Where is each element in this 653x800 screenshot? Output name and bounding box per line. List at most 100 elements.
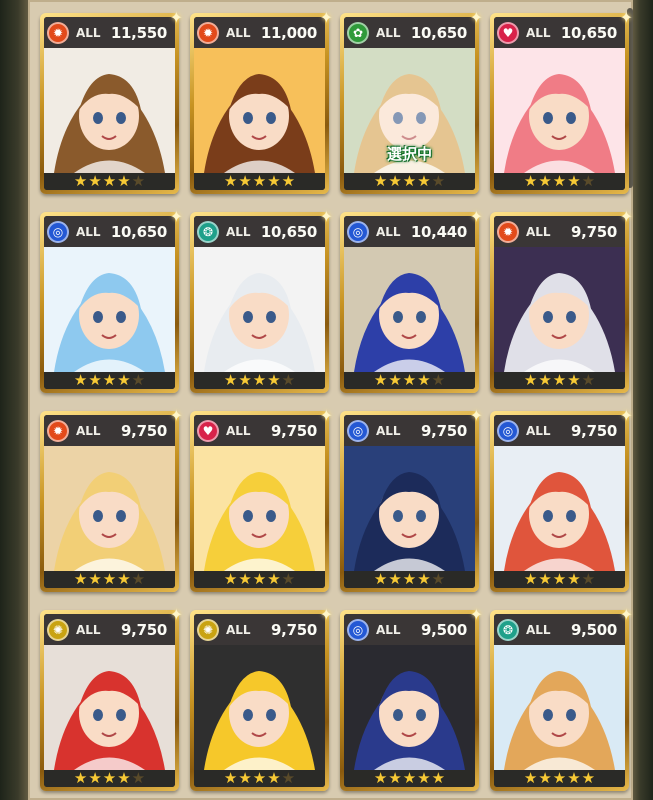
star-icon: ★ — [281, 769, 296, 787]
star-icon: ★ — [102, 371, 117, 389]
card-frame: ◎ ALL 10,650 ★ ★ ★ ★ ★ — [44, 216, 175, 389]
sparkle-icon: ✦ — [469, 406, 483, 425]
star-icon: ★ — [523, 570, 538, 588]
character-card[interactable]: ✺ ALL 9,750 ★ ★ ★ ★ ★ ✦ — [40, 605, 183, 791]
character-portrait — [344, 247, 475, 372]
card-frame: ◎ ALL 10,440 ★ ★ ★ ★ ★ — [344, 216, 475, 389]
card-header: ✹ ALL 9,750 — [494, 216, 625, 247]
star-icon: ★ — [102, 172, 117, 190]
fire-icon: ✹ — [47, 419, 69, 442]
rarity-stars: ★ ★ ★ ★ ★ — [494, 372, 625, 389]
star-icon: ★ — [581, 371, 596, 389]
rarity-stars: ★ ★ ★ ★ ★ — [44, 173, 175, 190]
heart-icon: ♥ — [197, 419, 219, 442]
all-label: ALL — [376, 622, 401, 637]
power-value: 9,750 — [271, 620, 317, 639]
character-portrait — [494, 247, 625, 372]
star-icon: ★ — [223, 769, 238, 787]
sparkle-icon: ✦ — [319, 8, 333, 27]
wind-icon: ❂ — [197, 220, 219, 243]
star-icon: ★ — [552, 769, 567, 787]
wind-icon: ❂ — [497, 618, 519, 641]
star-icon: ★ — [88, 371, 102, 389]
star-icon: ★ — [523, 172, 538, 190]
sparkle-icon: ✦ — [619, 605, 633, 624]
character-portrait — [194, 446, 325, 571]
character-portrait — [194, 48, 325, 173]
all-label: ALL — [226, 423, 251, 438]
sparkle-icon: ✦ — [619, 8, 633, 27]
star-icon: ★ — [117, 371, 131, 389]
card-header: ❂ ALL 10,650 — [194, 216, 325, 247]
power-value: 11,550 — [110, 23, 167, 42]
character-grid: ✹ ALL 11,550 ★ ★ ★ ★ ★ ✦ ✹ ALL 11,000 ★ ★ ★ ★ ★ ✦ ✿ ALL 10,6… — [40, 8, 633, 791]
character-portrait — [344, 645, 475, 770]
card-frame: ♥ ALL 10,650 ★ ★ ★ ★ ★ — [494, 17, 625, 190]
power-value: 9,750 — [421, 421, 467, 440]
all-label: ALL — [226, 622, 251, 637]
star-icon: ★ — [223, 172, 238, 190]
character-card[interactable]: ❂ ALL 9,500 ★ ★ ★ ★ ★ ✦ — [490, 605, 633, 791]
card-header: ✹ ALL 9,750 — [44, 415, 175, 446]
character-card[interactable]: ✹ ALL 11,550 ★ ★ ★ ★ ★ ✦ — [40, 8, 183, 194]
all-label: ALL — [526, 224, 551, 239]
star-icon: ★ — [267, 371, 281, 389]
star-icon: ★ — [131, 769, 146, 787]
star-icon: ★ — [567, 371, 581, 389]
star-icon: ★ — [73, 172, 88, 190]
character-card[interactable]: ❂ ALL 10,650 ★ ★ ★ ★ ★ ✦ — [190, 207, 333, 393]
power-value: 9,750 — [271, 421, 317, 440]
card-header: ◎ ALL 10,650 — [44, 216, 175, 247]
star-icon: ★ — [567, 172, 581, 190]
character-card[interactable]: ✹ ALL 9,750 ★ ★ ★ ★ ★ ✦ — [490, 207, 633, 393]
star-icon: ★ — [388, 570, 402, 588]
character-card[interactable]: ✺ ALL 9,750 ★ ★ ★ ★ ★ ✦ — [190, 605, 333, 791]
character-card[interactable]: ✿ ALL 10,650 選択中 ★ ★ ★ ★ ★ ✦ — [340, 8, 483, 194]
character-card[interactable]: ♥ ALL 9,750 ★ ★ ★ ★ ★ ✦ — [190, 406, 333, 592]
card-header: ❂ ALL 9,500 — [494, 614, 625, 645]
power-value: 11,000 — [260, 23, 317, 42]
power-value: 9,750 — [121, 620, 167, 639]
character-card[interactable]: ✹ ALL 9,750 ★ ★ ★ ★ ★ ✦ — [40, 406, 183, 592]
card-header: ◎ ALL 10,440 — [344, 216, 475, 247]
card-frame: ✹ ALL 9,750 ★ ★ ★ ★ ★ — [44, 415, 175, 588]
star-icon: ★ — [252, 570, 267, 588]
star-icon: ★ — [102, 570, 117, 588]
power-value: 10,650 — [110, 222, 167, 241]
star-icon: ★ — [523, 371, 538, 389]
card-frame: ✹ ALL 11,000 ★ ★ ★ ★ ★ — [194, 17, 325, 190]
character-card[interactable]: ◎ ALL 9,500 ★ ★ ★ ★ ★ ✦ — [340, 605, 483, 791]
star-icon: ★ — [373, 172, 388, 190]
power-value: 10,440 — [410, 222, 467, 241]
character-card[interactable]: ◎ ALL 10,650 ★ ★ ★ ★ ★ ✦ — [40, 207, 183, 393]
character-card[interactable]: ♥ ALL 10,650 ★ ★ ★ ★ ★ ✦ — [490, 8, 633, 194]
star-icon: ★ — [267, 570, 281, 588]
character-portrait — [44, 247, 175, 372]
character-portrait — [494, 645, 625, 770]
selected-label: 選択中 — [386, 145, 432, 163]
star-icon: ★ — [581, 769, 596, 787]
rarity-stars: ★ ★ ★ ★ ★ — [494, 173, 625, 190]
sparkle-icon: ✦ — [469, 605, 483, 624]
character-portrait — [44, 48, 175, 173]
card-frame: ❂ ALL 9,500 ★ ★ ★ ★ ★ — [494, 614, 625, 787]
star-icon: ★ — [252, 769, 267, 787]
card-header: ✹ ALL 11,000 — [194, 17, 325, 48]
water-icon: ◎ — [347, 220, 369, 243]
character-card[interactable]: ◎ ALL 10,440 ★ ★ ★ ★ ★ ✦ — [340, 207, 483, 393]
star-icon: ★ — [73, 769, 88, 787]
power-value: 9,500 — [571, 620, 617, 639]
star-icon: ★ — [402, 769, 417, 787]
all-label: ALL — [526, 423, 551, 438]
character-card[interactable]: ◎ ALL 9,750 ★ ★ ★ ★ ★ ✦ — [490, 406, 633, 592]
fire-icon: ✹ — [47, 21, 69, 44]
star-icon: ★ — [567, 570, 581, 588]
character-card[interactable]: ✹ ALL 11,000 ★ ★ ★ ★ ★ ✦ — [190, 8, 333, 194]
card-frame: ◎ ALL 9,500 ★ ★ ★ ★ ★ — [344, 614, 475, 787]
star-icon: ★ — [131, 371, 146, 389]
card-frame: ◎ ALL 9,750 ★ ★ ★ ★ ★ — [344, 415, 475, 588]
character-card[interactable]: ◎ ALL 9,750 ★ ★ ★ ★ ★ ✦ — [340, 406, 483, 592]
star-icon: ★ — [238, 172, 252, 190]
star-icon: ★ — [223, 371, 238, 389]
power-value: 9,500 — [421, 620, 467, 639]
